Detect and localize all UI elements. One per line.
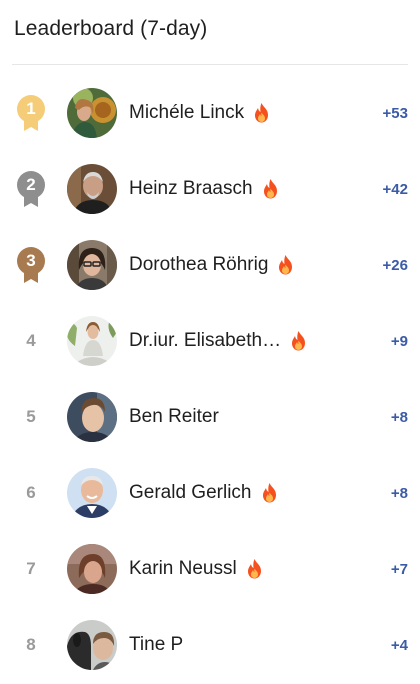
score-value: +53 <box>382 104 408 122</box>
leaderboard-row[interactable]: 3 Dorothea Röhrig +26 <box>0 227 420 303</box>
score-value: +7 <box>390 560 408 578</box>
leaderboard-row[interactable]: 8 Tine P +4 <box>0 607 420 683</box>
rank-medal-bronze: 3 <box>12 247 50 283</box>
leaderboard-row[interactable]: 2 Heinz Braasch +42 <box>0 151 420 227</box>
user-name[interactable]: Tine P <box>129 634 183 656</box>
rank-medal-silver: 2 <box>12 171 50 207</box>
rank-number: 5 <box>26 407 36 426</box>
name-cell: Michéle Linck <box>129 97 270 129</box>
leaderboard-row[interactable]: 4 Dr.iur. Elisabeth… +9 <box>0 303 420 379</box>
rank-cell: 7 <box>12 551 50 587</box>
leaderboard-row[interactable]: 5 Ben Reiter +8 <box>0 379 420 455</box>
page-title: Leaderboard (7-day) <box>14 17 208 40</box>
rank-number: 3 <box>26 251 36 270</box>
score-value: +8 <box>390 408 408 426</box>
avatar[interactable] <box>67 620 117 670</box>
avatar[interactable] <box>67 88 117 138</box>
rank-number: 8 <box>26 635 36 654</box>
user-name[interactable]: Karin Neussl <box>129 558 237 580</box>
avatar[interactable] <box>67 392 117 442</box>
score-value: +26 <box>382 256 408 274</box>
rank-number: 2 <box>26 175 36 194</box>
flame-icon <box>263 179 277 199</box>
silver-medal-icon: 2 <box>13 169 49 209</box>
rank-medal-gold: 1 <box>12 95 50 131</box>
user-name[interactable]: Dr.iur. Elisabeth… <box>129 330 281 352</box>
user-name[interactable]: Heinz Braasch <box>129 178 253 200</box>
avatar[interactable] <box>67 316 117 366</box>
avatar[interactable] <box>67 164 117 214</box>
header-divider <box>12 64 408 65</box>
user-name[interactable]: Gerald Gerlich <box>129 482 252 504</box>
score-value: +42 <box>382 180 408 198</box>
rank-cell: 8 <box>12 627 50 663</box>
rank-number: 4 <box>26 331 36 350</box>
avatar[interactable] <box>67 544 117 594</box>
rank-number: 6 <box>26 483 36 502</box>
name-cell: Ben Reiter <box>129 401 219 433</box>
rank-cell: 6 <box>12 475 50 511</box>
rank-number: 7 <box>26 559 36 578</box>
name-cell: Karin Neussl <box>129 553 263 585</box>
flame-icon <box>279 255 293 275</box>
name-cell: Gerald Gerlich <box>129 477 278 509</box>
score-value: +8 <box>390 484 408 502</box>
name-cell: Dorothea Röhrig <box>129 249 294 281</box>
flame-icon <box>262 483 276 503</box>
flame-icon <box>292 331 306 351</box>
name-cell: Tine P <box>129 629 183 661</box>
rank-number: 1 <box>26 99 36 118</box>
flame-icon <box>247 559 261 579</box>
user-name[interactable]: Ben Reiter <box>129 406 219 428</box>
rank-cell: 4 <box>12 323 50 359</box>
rank-cell: 5 <box>12 399 50 435</box>
score-value: +9 <box>390 332 408 350</box>
name-cell: Dr.iur. Elisabeth… <box>129 325 307 357</box>
avatar[interactable] <box>67 240 117 290</box>
bronze-medal-icon: 3 <box>13 245 49 285</box>
leaderboard-row[interactable]: 6 Gerald Gerlich +8 <box>0 455 420 531</box>
score-value: +4 <box>390 636 408 654</box>
gold-medal-icon: 1 <box>13 93 49 133</box>
avatar[interactable] <box>67 468 117 518</box>
leaderboard-row[interactable]: 7 Karin Neussl +7 <box>0 531 420 607</box>
user-name[interactable]: Dorothea Röhrig <box>129 254 268 276</box>
leaderboard-list: 1 Michéle Linck +53 2 Heinz Braasch +42 … <box>0 75 420 683</box>
user-name[interactable]: Michéle Linck <box>129 102 244 124</box>
leaderboard-header: Leaderboard (7-day) <box>14 14 207 44</box>
name-cell: Heinz Braasch <box>129 173 279 205</box>
flame-icon <box>255 103 269 123</box>
leaderboard-row[interactable]: 1 Michéle Linck +53 <box>0 75 420 151</box>
